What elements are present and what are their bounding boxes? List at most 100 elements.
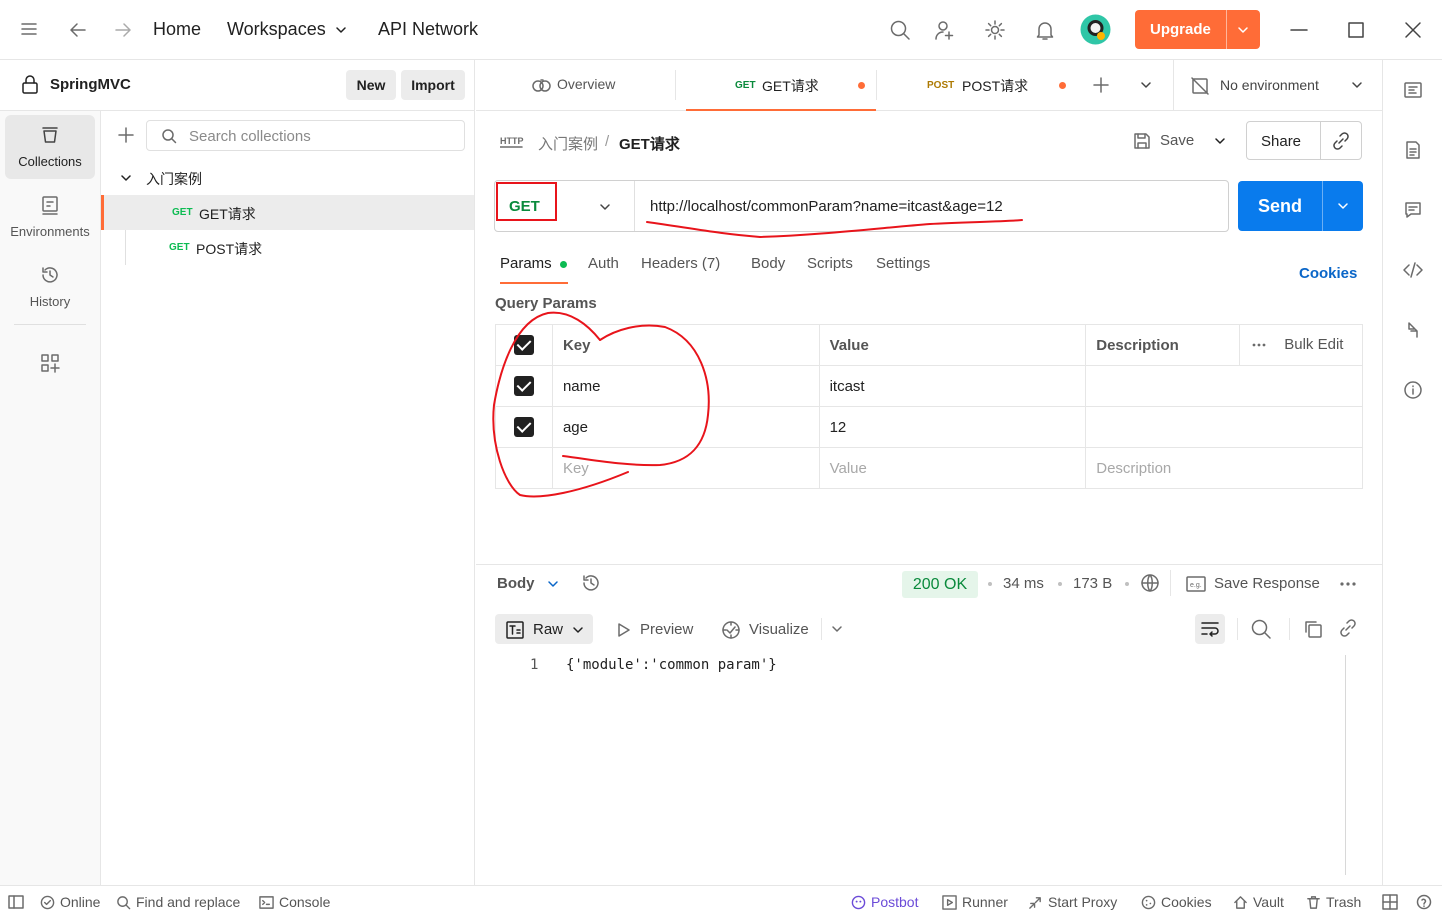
folder-rumenanli[interactable]: 入门案例 <box>146 169 202 189</box>
copy-icon[interactable] <box>1303 619 1323 639</box>
subtab-settings[interactable]: Settings <box>876 255 930 272</box>
chevron-down-icon[interactable] <box>1336 199 1350 213</box>
back-arrow-icon[interactable] <box>68 20 88 40</box>
nav-api-network[interactable]: API Network <box>378 19 478 40</box>
related-collections-icon[interactable] <box>1403 320 1423 340</box>
documentation-icon[interactable] <box>1403 80 1423 100</box>
subtab-body[interactable]: Body <box>751 255 785 272</box>
param-description-cell[interactable] <box>1085 406 1363 448</box>
response-body-code[interactable]: {'module':'common param'} <box>566 657 777 673</box>
console-button[interactable]: Console <box>259 894 330 910</box>
upgrade-button[interactable]: Upgrade <box>1135 10 1260 49</box>
online-status[interactable]: Online <box>40 894 100 910</box>
more-options-icon[interactable] <box>1252 341 1266 349</box>
nav-workspaces[interactable]: Workspaces <box>227 19 326 40</box>
maximize-window-icon[interactable] <box>1347 21 1365 39</box>
close-window-icon[interactable] <box>1403 20 1423 40</box>
breadcrumb-parent[interactable]: 入门案例 <box>538 133 598 154</box>
response-history-icon[interactable] <box>581 573 601 593</box>
toggle-sidebar-icon[interactable] <box>8 894 29 910</box>
preview-button[interactable]: Preview <box>614 614 704 644</box>
cookies-link[interactable]: Cookies <box>1299 265 1357 282</box>
postbot-button[interactable]: Postbot <box>851 894 918 910</box>
forward-arrow-icon[interactable] <box>113 20 133 40</box>
param-description-cell[interactable] <box>1085 365 1363 407</box>
wrap-lines-button[interactable] <box>1195 614 1225 644</box>
user-avatar[interactable] <box>1080 14 1111 45</box>
environment-selector[interactable]: No environment <box>1174 60 1382 111</box>
copy-link-icon[interactable] <box>1331 131 1351 151</box>
chevron-down-icon[interactable] <box>1213 134 1227 148</box>
network-globe-icon[interactable] <box>1140 573 1160 593</box>
invite-user-icon[interactable] <box>934 19 956 41</box>
tab-overview[interactable]: Overview <box>476 60 676 111</box>
vault-button[interactable]: Vault <box>1233 894 1284 910</box>
send-button[interactable]: Send <box>1238 181 1363 231</box>
notifications-bell-icon[interactable] <box>1034 19 1056 41</box>
subtab-auth[interactable]: Auth <box>588 255 619 272</box>
chevron-down-icon[interactable] <box>119 171 133 185</box>
sidebar-request-get[interactable]: GET GET请求 <box>101 195 474 230</box>
more-options-icon[interactable] <box>1339 580 1357 588</box>
new-key-input[interactable]: Key <box>551 447 820 489</box>
chevron-down-icon[interactable] <box>598 200 612 214</box>
layout-grid-icon[interactable] <box>1382 894 1403 910</box>
rail-collections[interactable]: Collections <box>5 115 95 179</box>
chevron-down-icon[interactable] <box>830 622 844 636</box>
add-apps-grid-icon[interactable] <box>40 353 60 373</box>
format-raw-select[interactable]: Raw <box>495 614 593 644</box>
subtab-scripts[interactable]: Scripts <box>807 255 853 272</box>
rail-history[interactable]: History <box>5 255 95 319</box>
new-description-input[interactable]: Description <box>1085 447 1363 489</box>
search-icon[interactable] <box>1250 618 1272 640</box>
save-button[interactable]: Save <box>1124 124 1202 158</box>
file-info-icon[interactable] <box>1403 140 1423 160</box>
add-collection-plus-icon[interactable] <box>117 126 135 144</box>
search-icon[interactable] <box>889 19 911 41</box>
runner-button[interactable]: Runner <box>942 894 1008 910</box>
subtab-headers[interactable]: Headers (7) <box>641 255 720 272</box>
chevron-down-icon[interactable] <box>334 23 348 37</box>
param-value-cell[interactable]: itcast <box>818 365 1087 407</box>
settings-gear-icon[interactable] <box>984 19 1006 41</box>
response-time[interactable]: 34 ms <box>1003 575 1044 592</box>
chevron-down-icon[interactable] <box>1139 78 1153 92</box>
visualize-button[interactable]: Visualize <box>720 614 820 644</box>
new-tab-plus-icon[interactable] <box>1092 76 1110 94</box>
trash-button[interactable]: Trash <box>1306 894 1361 910</box>
find-replace-button[interactable]: Find and replace <box>116 894 240 910</box>
row-checkbox[interactable] <box>513 376 534 396</box>
comments-icon[interactable] <box>1403 200 1423 220</box>
chevron-down-icon[interactable] <box>546 577 560 591</box>
tab-get-request[interactable]: GET GET请求 <box>686 60 876 111</box>
sidebar-request-post[interactable]: GET POST请求 <box>101 230 474 265</box>
import-button[interactable]: Import <box>401 70 465 100</box>
nav-home[interactable]: Home <box>153 19 201 40</box>
row-checkbox[interactable] <box>513 417 534 437</box>
param-value-cell[interactable]: 12 <box>818 406 1087 448</box>
minimize-window-icon[interactable] <box>1289 20 1309 40</box>
response-scrollbar[interactable] <box>1345 655 1346 875</box>
subtab-params[interactable]: Params <box>500 255 552 272</box>
help-icon[interactable] <box>1416 894 1437 910</box>
response-size[interactable]: 173 B <box>1073 575 1112 592</box>
start-proxy-button[interactable]: Start Proxy <box>1028 894 1117 910</box>
bulk-edit-button[interactable]: Bulk Edit <box>1284 336 1343 353</box>
tab-post-request[interactable]: POST POST请求 <box>886 60 1076 111</box>
select-all-checkbox[interactable] <box>513 335 534 355</box>
status-badge[interactable]: 200 OK <box>902 571 978 598</box>
new-button[interactable]: New <box>346 70 396 100</box>
cookies-button[interactable]: Cookies <box>1141 894 1212 910</box>
param-key-cell[interactable]: age <box>551 406 820 448</box>
menu-icon[interactable] <box>20 20 38 38</box>
link-icon[interactable] <box>1338 618 1358 638</box>
rail-environments[interactable]: Environments <box>5 185 95 249</box>
new-value-input[interactable]: Value <box>818 447 1087 489</box>
info-icon[interactable] <box>1403 380 1423 400</box>
code-snippet-icon[interactable] <box>1403 260 1423 280</box>
response-body-label[interactable]: Body <box>497 575 535 592</box>
save-response-button[interactable]: e.g. Save Response <box>1186 571 1326 597</box>
method-select[interactable]: GET <box>509 198 540 215</box>
search-collections-input[interactable]: Search collections <box>146 120 465 151</box>
request-title[interactable]: GET请求 <box>619 133 680 154</box>
